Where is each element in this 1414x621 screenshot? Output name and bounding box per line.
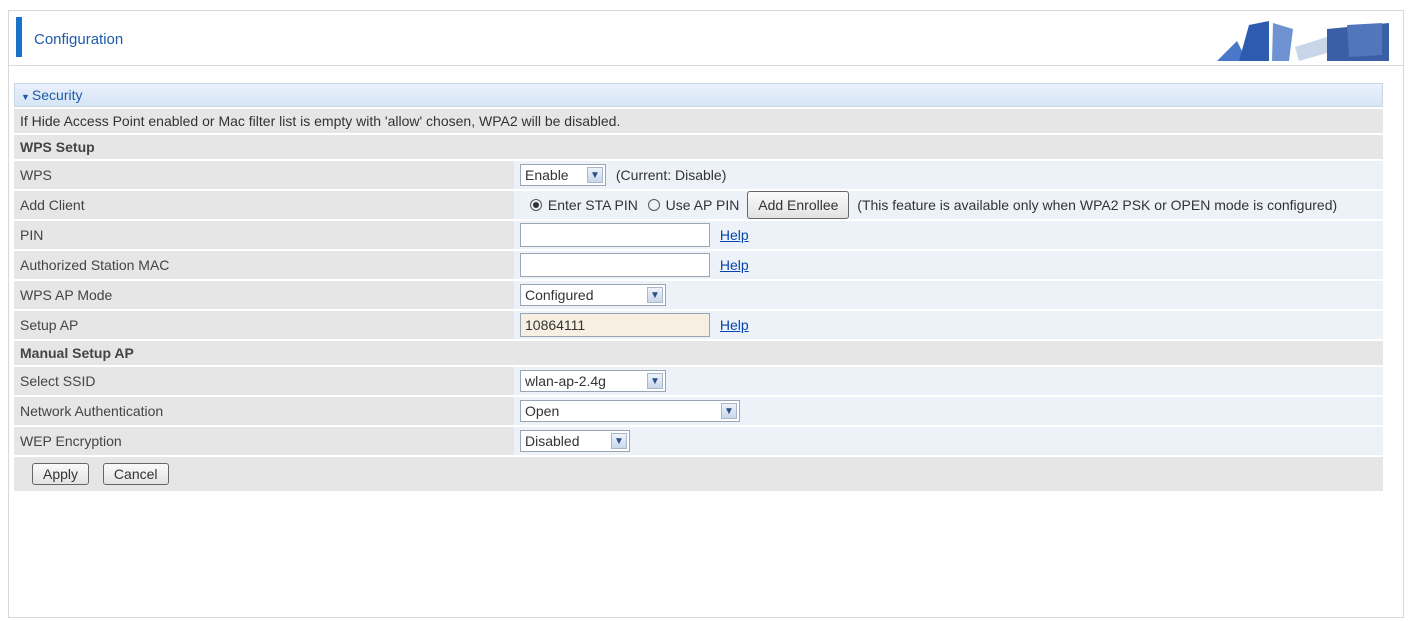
chevron-down-icon: ▼ (721, 403, 737, 419)
wps-select[interactable]: Enable ▼ (520, 164, 606, 186)
network-auth-value: Open (525, 403, 560, 419)
setup-ap-field: 10864111 (520, 313, 710, 337)
security-panel: ▼ Security If Hide Access Point enabled o… (14, 83, 1383, 613)
chevron-down-icon: ▼ (647, 373, 663, 389)
security-section-header[interactable]: ▼ Security (14, 83, 1383, 107)
use-ap-pin-label: Use AP PIN (665, 197, 740, 213)
apply-button[interactable]: Apply (32, 463, 90, 485)
setup-ap-help-link[interactable]: Help (720, 317, 749, 333)
wps-ap-mode-select[interactable]: Configured ▼ (520, 284, 666, 306)
wps-ap-mode-label: WPS AP Mode (14, 281, 514, 309)
page-title: Configuration (34, 31, 124, 48)
wep-encryption-value: Disabled (525, 433, 580, 449)
wep-encryption-select[interactable]: Disabled ▼ (520, 430, 630, 452)
wps-ap-mode-value: Configured (525, 287, 594, 303)
authorized-mac-label: Authorized Station MAC (14, 251, 514, 279)
add-enrollee-button[interactable]: Add Enrollee (747, 191, 850, 219)
add-client-note: (This feature is available only when WPA… (857, 197, 1338, 213)
wps-setup-heading: WPS Setup (14, 135, 1383, 159)
enter-sta-pin-label: Enter STA PIN (547, 197, 638, 213)
header-banner-logo (1177, 15, 1395, 61)
select-ssid-label: Select SSID (14, 367, 514, 395)
pin-label: PIN (14, 221, 514, 249)
chevron-down-icon: ▼ (647, 287, 663, 303)
manual-setup-heading: Manual Setup AP (14, 341, 1383, 365)
wps-label: WPS (14, 161, 514, 189)
header-accent-bar (16, 17, 22, 57)
page-header: Configuration (9, 11, 1403, 66)
add-client-label: Add Client (14, 191, 514, 219)
cancel-button[interactable]: Cancel (102, 463, 169, 485)
collapse-triangle-icon: ▼ (21, 92, 30, 102)
form-buttons: Apply Cancel (14, 457, 1383, 491)
wep-encryption-label: WEP Encryption (14, 427, 514, 455)
wps-select-value: Enable (525, 167, 569, 183)
pin-input[interactable] (520, 223, 710, 247)
network-auth-select[interactable]: Open ▼ (520, 400, 740, 422)
setup-ap-label: Setup AP (14, 311, 514, 339)
security-form-table: If Hide Access Point enabled or Mac filt… (14, 107, 1383, 493)
use-ap-pin-radio[interactable] (647, 199, 660, 211)
pin-help-link[interactable]: Help (720, 227, 749, 243)
enter-sta-pin-radio[interactable] (530, 199, 542, 211)
main-frame: Configuration ▼ Security If Hide Access P… (8, 10, 1404, 618)
chevron-down-icon: ▼ (611, 433, 627, 449)
wpa2-note: If Hide Access Point enabled or Mac filt… (14, 109, 1383, 133)
ssid-select-value: wlan-ap-2.4g (525, 373, 606, 389)
security-section-title: Security (31, 87, 83, 103)
network-auth-label: Network Authentication (14, 397, 514, 425)
wps-current-status: (Current: Disable) (615, 167, 727, 183)
ssid-select[interactable]: wlan-ap-2.4g ▼ (520, 370, 666, 392)
authorized-mac-input[interactable] (520, 253, 710, 277)
chevron-down-icon: ▼ (587, 167, 603, 183)
authorized-mac-help-link[interactable]: Help (720, 257, 749, 273)
